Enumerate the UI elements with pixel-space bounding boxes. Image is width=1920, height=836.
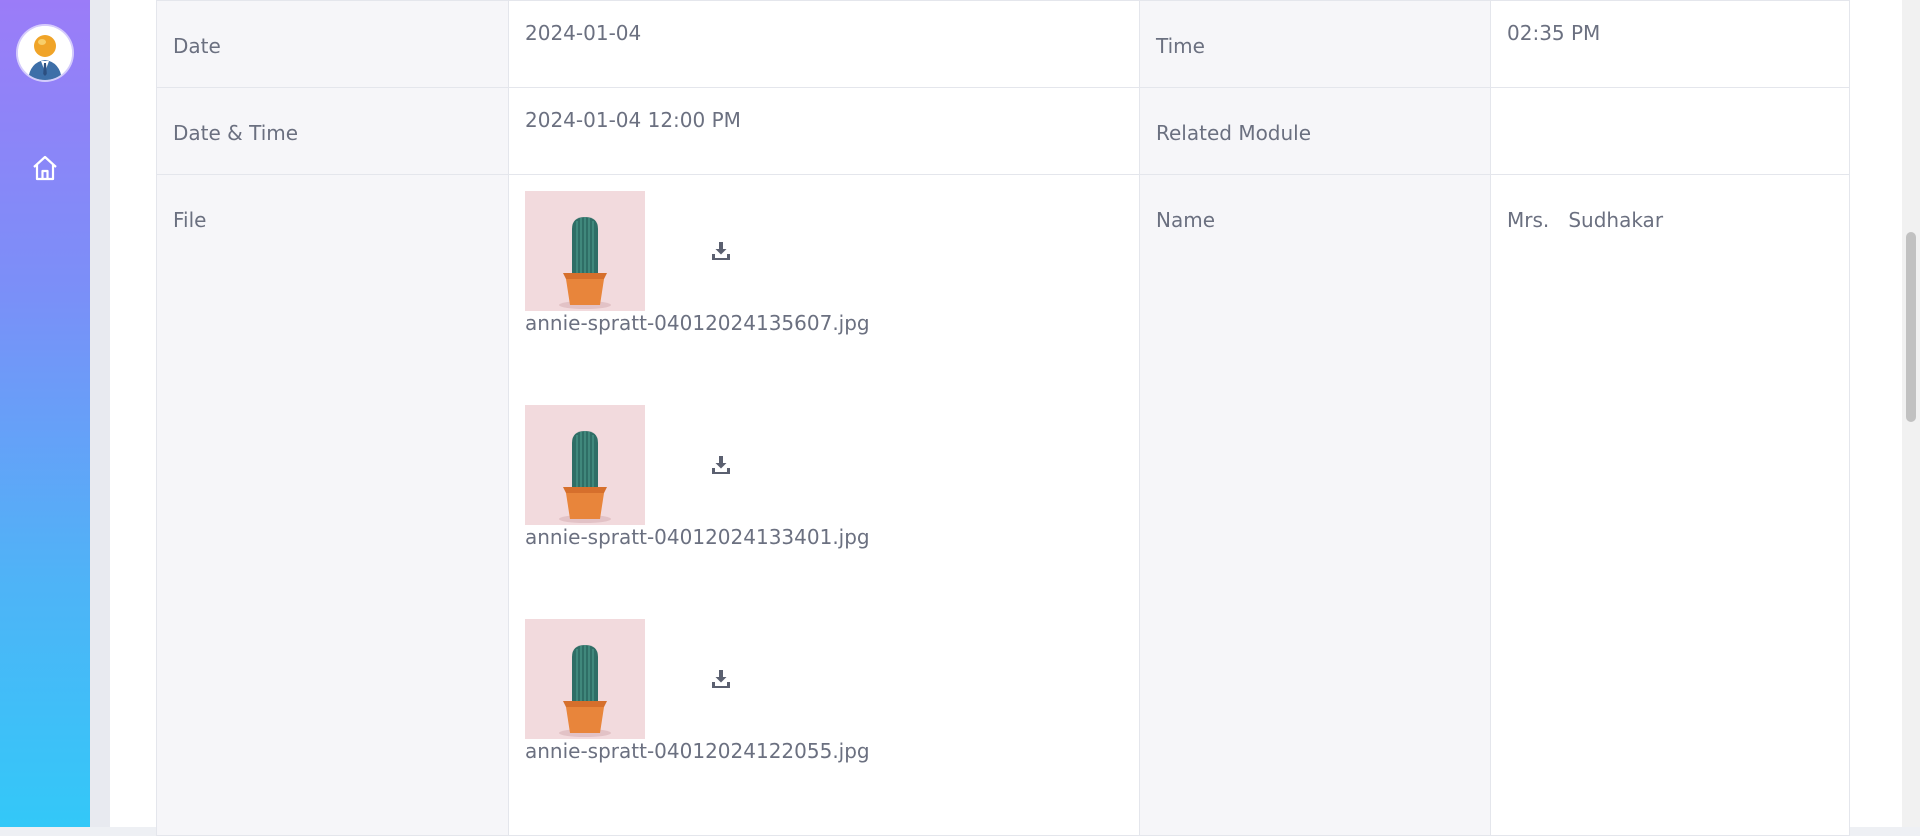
datetime-value-cell: 2024-01-04 12:00 PM	[508, 87, 1140, 175]
download-icon[interactable]	[709, 667, 733, 691]
date-label: Date	[173, 34, 221, 58]
time-label: Time	[1156, 34, 1205, 58]
date-value-cell: 2024-01-04	[508, 0, 1140, 88]
date-value: 2024-01-04	[525, 21, 642, 45]
file-list-cell: annie-spratt-04012024135607.jpg annie-sp…	[508, 174, 1140, 836]
content-gutter	[90, 0, 110, 827]
file-name: annie-spratt-04012024133401.jpg	[525, 525, 870, 549]
detail-row-file-name: File annie-spratt-04012024135607.jpg ann…	[156, 174, 1850, 836]
related-module-label: Related Module	[1156, 121, 1312, 145]
name-value: Mrs. Sudhakar	[1507, 208, 1664, 232]
time-value: 02:35 PM	[1507, 21, 1601, 45]
file-name: annie-spratt-04012024135607.jpg	[525, 311, 870, 335]
record-detail-panel: Date 2024-01-04 Time 02:35 PM Date & Tim…	[110, 0, 1902, 836]
time-label-cell: Time	[1139, 0, 1491, 88]
name-label: Name	[1156, 208, 1216, 232]
name-value-cell: Mrs. Sudhakar	[1490, 174, 1850, 836]
related-module-value-cell	[1490, 87, 1850, 175]
file-label-cell: File	[156, 174, 509, 836]
file-thumbnail[interactable]	[525, 619, 645, 739]
scrollbar-thumb[interactable]	[1906, 232, 1916, 422]
sidebar	[0, 0, 90, 827]
user-avatar-icon[interactable]	[18, 26, 72, 80]
time-value-cell: 02:35 PM	[1490, 0, 1850, 88]
file-name: annie-spratt-04012024122055.jpg	[525, 739, 870, 763]
detail-row-datetime-module: Date & Time 2024-01-04 12:00 PM Related …	[156, 87, 1850, 175]
file-item: annie-spratt-04012024135607.jpg	[525, 175, 1123, 389]
datetime-value: 2024-01-04 12:00 PM	[525, 108, 741, 132]
detail-table: Date 2024-01-04 Time 02:35 PM Date & Tim…	[156, 0, 1850, 836]
related-module-label-cell: Related Module	[1139, 87, 1491, 175]
file-thumbnail[interactable]	[525, 405, 645, 525]
file-thumbnail[interactable]	[525, 191, 645, 311]
download-icon[interactable]	[709, 239, 733, 263]
date-label-cell: Date	[156, 0, 509, 88]
detail-row-date-time: Date 2024-01-04 Time 02:35 PM	[156, 0, 1850, 88]
related-module-value	[1507, 88, 1833, 108]
name-label-cell: Name	[1139, 174, 1491, 836]
file-item: annie-spratt-04012024122055.jpg	[525, 603, 1123, 817]
home-icon[interactable]	[30, 153, 60, 183]
datetime-label: Date & Time	[173, 121, 299, 145]
page-scrollbar[interactable]	[1902, 0, 1920, 827]
file-label: File	[173, 208, 207, 232]
datetime-label-cell: Date & Time	[156, 87, 509, 175]
file-item: annie-spratt-04012024133401.jpg	[525, 389, 1123, 603]
download-icon[interactable]	[709, 453, 733, 477]
